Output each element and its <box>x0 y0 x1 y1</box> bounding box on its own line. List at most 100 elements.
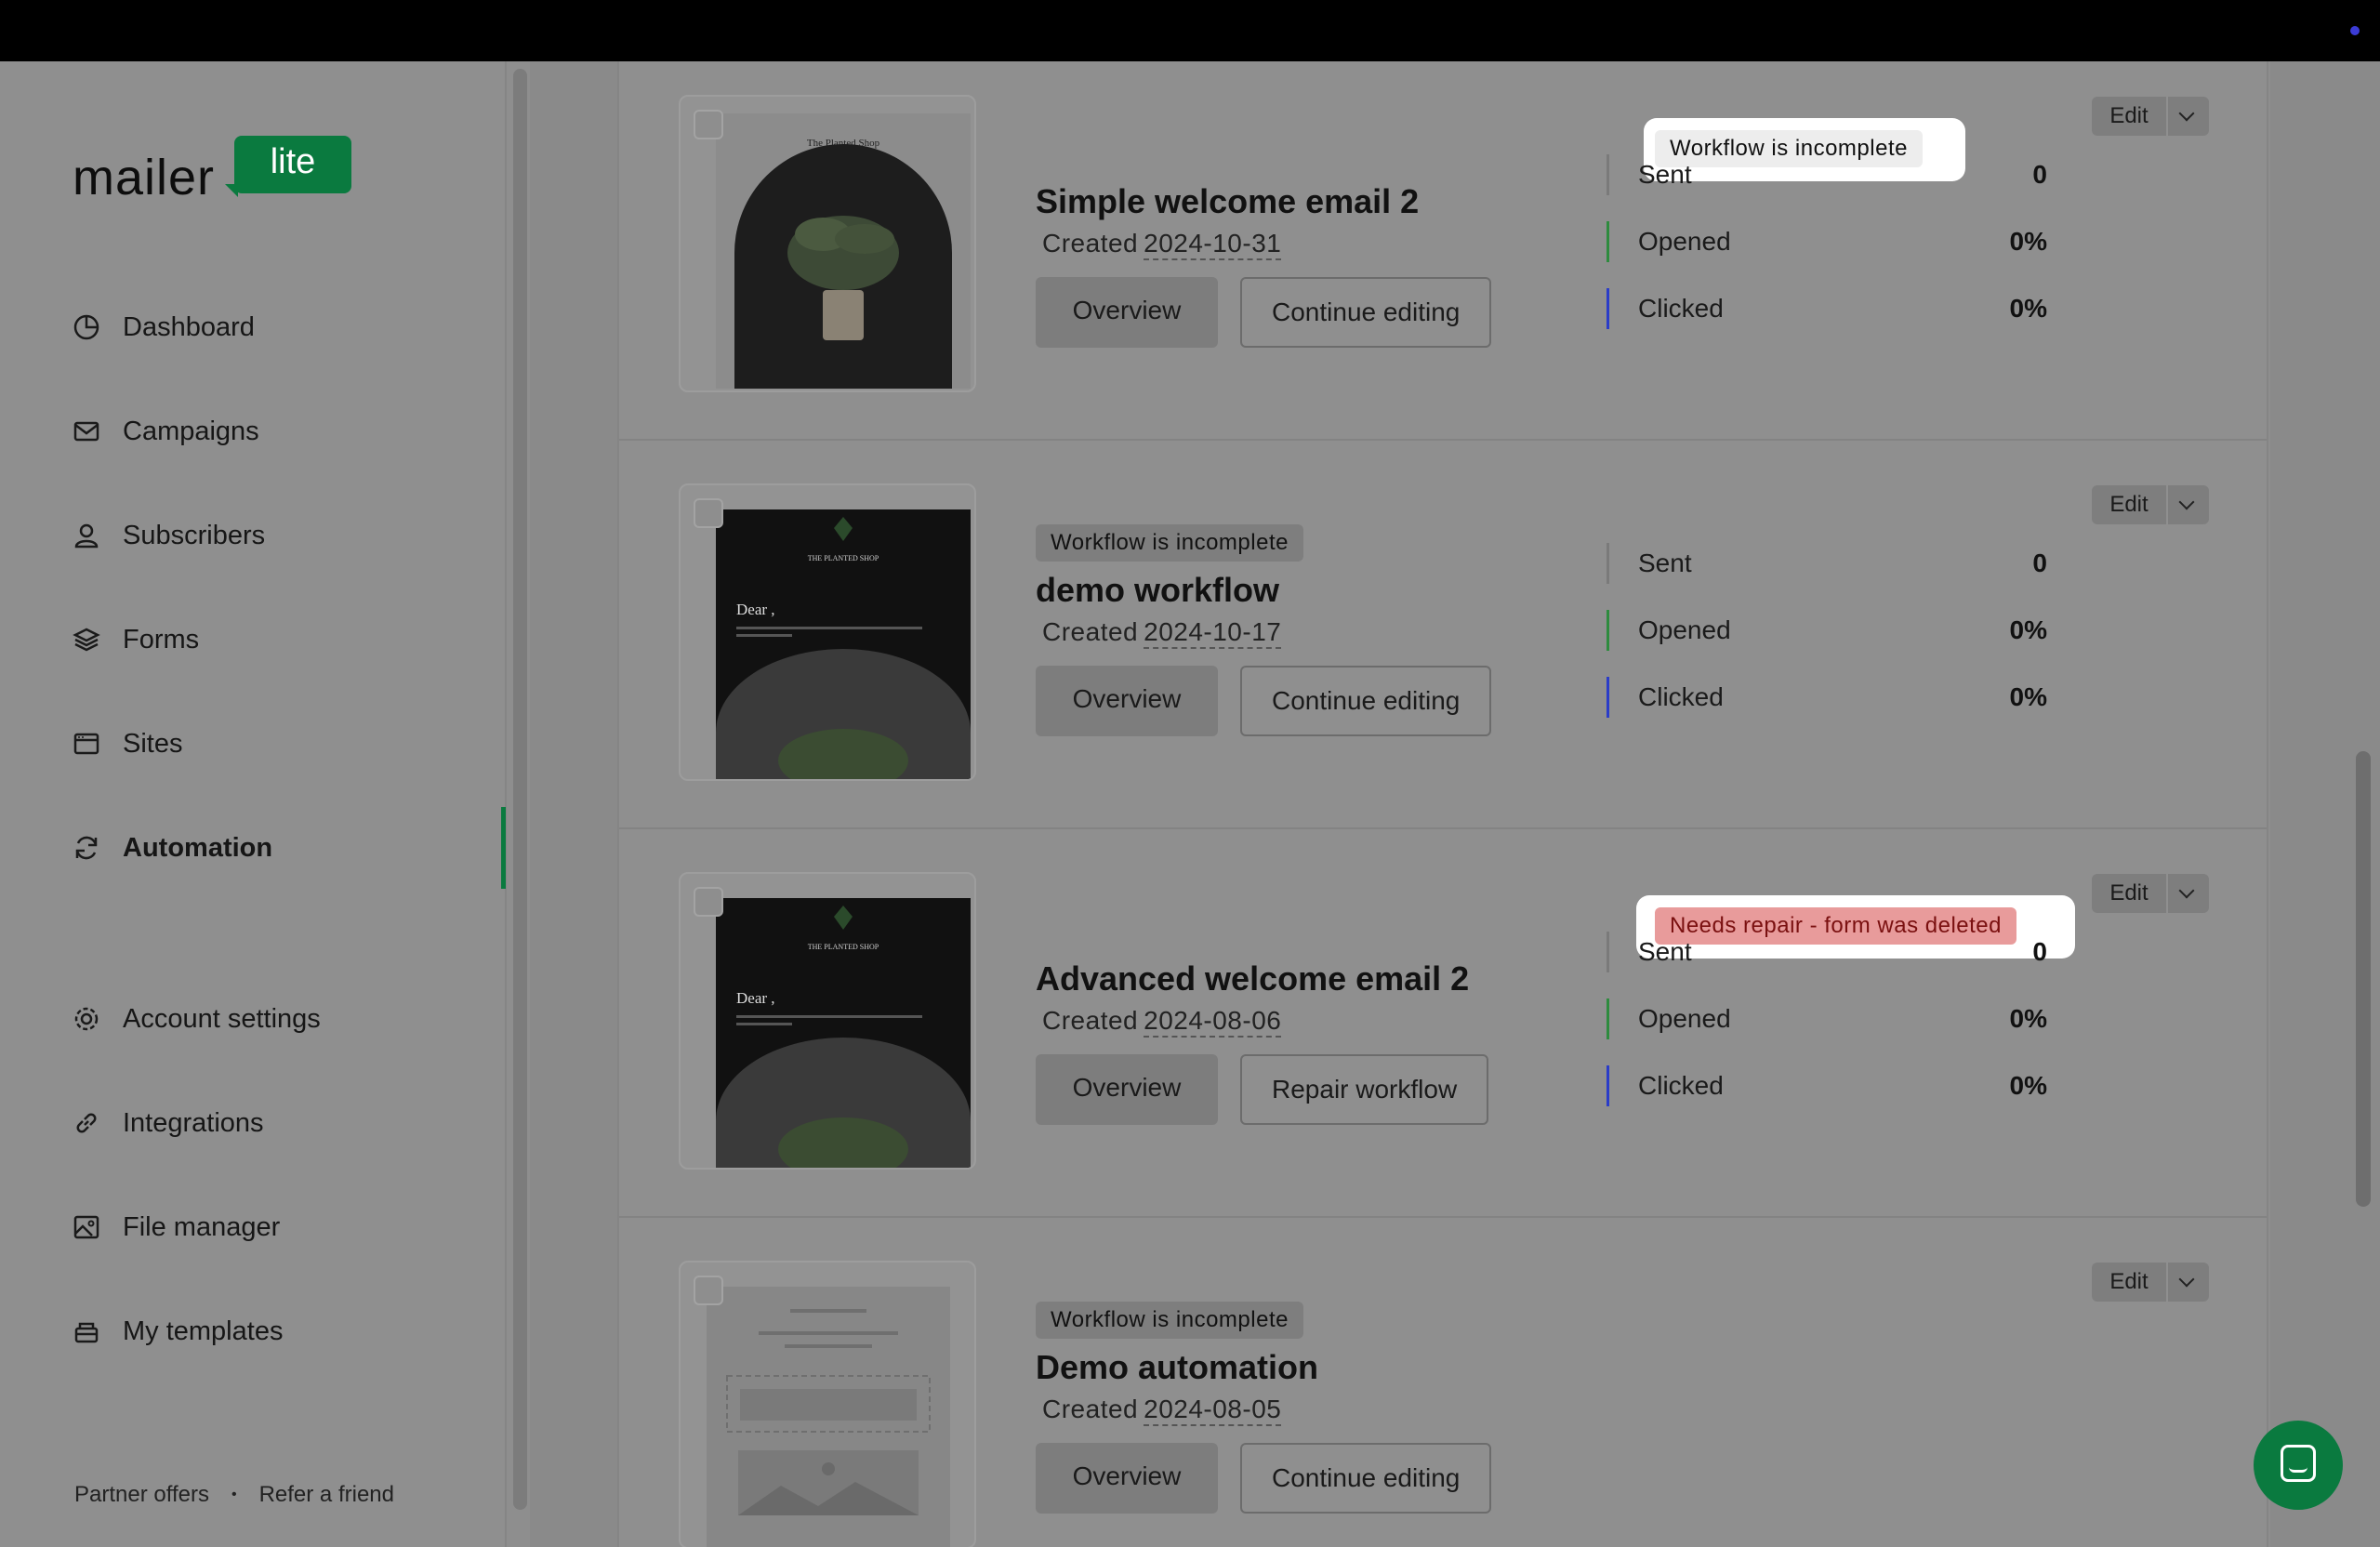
edit-button[interactable]: Edit <box>2092 97 2166 136</box>
link-icon <box>73 1109 100 1137</box>
created-label: Created <box>1042 1006 1139 1035</box>
status-badge: Workflow is incomplete <box>1036 1302 1303 1339</box>
stat-label: Opened <box>1638 615 1731 644</box>
sidebar-scrollbar[interactable] <box>513 69 527 1510</box>
thumbnail-preview: The Planted Shop <box>716 113 971 389</box>
sidebar-item-account-settings[interactable]: Account settings <box>73 996 321 1042</box>
sidebar-item-sites[interactable]: Sites <box>73 721 182 767</box>
chevron-down-icon[interactable] <box>2168 485 2209 524</box>
email-thumbnail[interactable]: THE PLANTED SHOP Dear , <box>679 872 976 1170</box>
workflow-title[interactable]: Advanced welcome email 2 <box>1036 959 1469 998</box>
sidebar-item-label: Forms <box>123 624 200 654</box>
chat-support-button[interactable] <box>2254 1421 2343 1510</box>
stat-label: Clicked <box>1638 682 1724 711</box>
select-checkbox[interactable] <box>694 498 723 528</box>
created-date: 2024-08-05 <box>1144 1395 1282 1426</box>
select-checkbox[interactable] <box>694 1276 723 1305</box>
continue-editing-button[interactable]: Continue editing <box>1240 666 1492 736</box>
email-thumbnail[interactable]: THE PLANTED SHOP Dear , <box>679 483 976 781</box>
continue-editing-button[interactable]: Continue editing <box>1240 277 1492 348</box>
main-scrollbar[interactable] <box>2356 751 2371 1207</box>
partner-offers-link[interactable]: Partner offers <box>74 1482 209 1508</box>
stat-bar <box>1606 154 1609 195</box>
overview-button[interactable]: Overview <box>1036 1443 1218 1514</box>
created-date: 2024-10-31 <box>1144 229 1282 260</box>
mailerlite-logo[interactable]: mailer lite <box>73 136 351 205</box>
stat-value: 0% <box>2009 615 2047 644</box>
stat-sent: Sent 0 <box>1606 154 2047 195</box>
continue-editing-button[interactable]: Continue editing <box>1240 1443 1492 1514</box>
edit-button[interactable]: Edit <box>2092 485 2166 524</box>
sidebar-item-subscribers[interactable]: Subscribers <box>73 512 265 559</box>
stat-value: 0 <box>2032 937 2047 966</box>
select-checkbox[interactable] <box>694 887 723 917</box>
overview-button[interactable]: Overview <box>1036 1054 1218 1125</box>
created-label: Created <box>1042 1395 1139 1423</box>
stat-bar <box>1606 221 1609 262</box>
created-date: 2024-08-06 <box>1144 1006 1282 1038</box>
workflow-title[interactable]: Simple welcome email 2 <box>1036 182 1419 221</box>
user-icon <box>73 522 100 549</box>
select-checkbox[interactable] <box>694 110 723 139</box>
stat-opened: Opened 0% <box>1606 221 2047 262</box>
plant-photo <box>716 517 971 779</box>
stat-value: 0% <box>2009 1071 2047 1100</box>
created-label: Created <box>1042 229 1139 258</box>
sidebar-item-label: Subscribers <box>123 520 266 550</box>
thumbnail-preview <box>707 1287 950 1547</box>
created-date: 2024-10-17 <box>1144 617 1282 649</box>
footer-separator: • <box>231 1487 237 1502</box>
stat-label: Opened <box>1638 1004 1731 1033</box>
chevron-down-icon[interactable] <box>2168 1263 2209 1302</box>
chevron-down-icon[interactable] <box>2168 97 2209 136</box>
created-text: Created 2024-08-06 <box>1042 1006 1282 1038</box>
stat-clicked: Clicked 0% <box>1606 1065 2047 1106</box>
dashboard-icon <box>73 313 100 341</box>
active-indicator <box>501 807 506 889</box>
sidebar-item-label: Automation <box>123 832 273 863</box>
workflow-title[interactable]: Demo automation <box>1036 1348 1318 1387</box>
email-thumbnail[interactable]: The Planted Shop <box>679 95 976 392</box>
stat-bar <box>1606 543 1609 584</box>
stat-label: Sent <box>1638 549 1692 577</box>
stat-opened: Opened 0% <box>1606 998 2047 1039</box>
layers-icon <box>73 626 100 654</box>
refresh-icon <box>73 834 100 862</box>
plant-photo <box>716 906 971 1168</box>
edit-button[interactable]: Edit <box>2092 1263 2166 1302</box>
edit-button-group: Edit <box>2092 1263 2209 1302</box>
status-badge: Workflow is incomplete <box>1036 524 1303 562</box>
sidebar-item-forms[interactable]: Forms <box>73 616 199 663</box>
created-text: Created 2024-10-17 <box>1042 617 1282 649</box>
edit-button[interactable]: Edit <box>2092 874 2166 913</box>
workflow-card: The Planted Shop Workflow is incomplete … <box>619 52 2267 441</box>
main-gutter <box>530 61 617 1547</box>
email-thumbnail[interactable] <box>679 1261 976 1547</box>
placeholder-template-icon <box>726 1309 931 1515</box>
created-label: Created <box>1042 617 1139 646</box>
stat-value: 0% <box>2009 682 2047 711</box>
stat-sent: Sent 0 <box>1606 543 2047 584</box>
refer-friend-link[interactable]: Refer a friend <box>259 1482 394 1508</box>
repair-workflow-button[interactable]: Repair workflow <box>1240 1054 1489 1125</box>
plant-photo <box>734 144 952 389</box>
sidebar-item-label: Dashboard <box>123 311 255 342</box>
sidebar-item-file-manager[interactable]: File manager <box>73 1204 280 1250</box>
stat-label: Clicked <box>1638 1071 1724 1100</box>
sidebar-footer: Partner offers • Refer a friend <box>74 1482 394 1508</box>
overview-button[interactable]: Overview <box>1036 277 1218 348</box>
sidebar-item-campaigns[interactable]: Campaigns <box>73 408 259 455</box>
workflow-title[interactable]: demo workflow <box>1036 571 1279 610</box>
sidebar-item-integrations[interactable]: Integrations <box>73 1100 264 1146</box>
stat-bar <box>1606 998 1609 1039</box>
thumbnail-preview: THE PLANTED SHOP Dear , <box>716 509 971 779</box>
stat-value: 0% <box>2009 227 2047 256</box>
chat-icon <box>2281 1445 2316 1482</box>
stat-label: Sent <box>1638 937 1692 966</box>
created-text: Created 2024-08-05 <box>1042 1395 1282 1426</box>
overview-button[interactable]: Overview <box>1036 666 1218 736</box>
sidebar-item-dashboard[interactable]: Dashboard <box>73 304 255 350</box>
chevron-down-icon[interactable] <box>2168 874 2209 913</box>
sidebar-item-my-templates[interactable]: My templates <box>73 1308 283 1355</box>
sidebar-item-automation[interactable]: Automation <box>73 825 272 871</box>
